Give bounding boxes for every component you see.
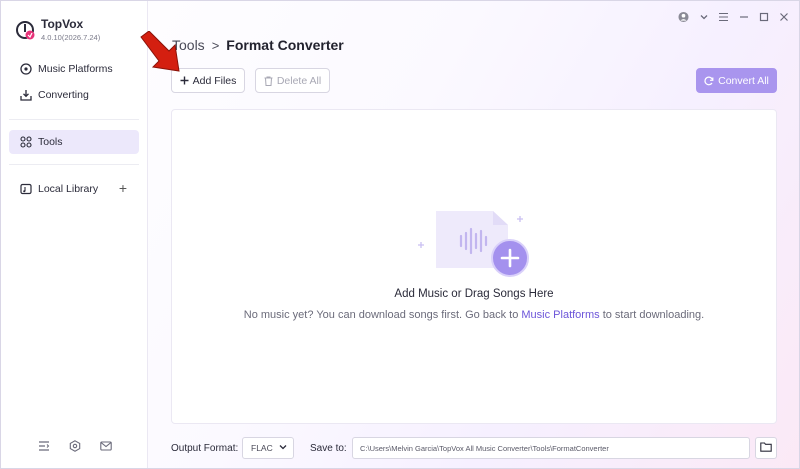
app-window: TopVox 4.0.10(2026.7.24) Music Platforms… [0, 0, 800, 469]
music-disc-icon [20, 63, 32, 75]
annotation-arrow-icon [137, 30, 185, 75]
chevron-down-icon[interactable] [698, 11, 709, 22]
save-to-label: Save to: [310, 443, 347, 454]
hamburger-menu-icon[interactable] [718, 11, 729, 22]
browse-folder-button[interactable] [755, 437, 777, 459]
brand: TopVox 4.0.10(2026.7.24) [15, 17, 100, 44]
grid-icon [20, 136, 32, 148]
drop-zone-title: Add Music or Drag Songs Here [394, 288, 554, 300]
download-tray-icon [20, 89, 32, 101]
drop-zone[interactable]: Add Music or Drag Songs Here No music ye… [171, 109, 777, 424]
divider [9, 164, 139, 165]
app-name: TopVox [41, 17, 84, 31]
sidebar-item-tools[interactable]: Tools [9, 130, 139, 154]
sidebar-item-label: Music Platforms [38, 63, 113, 75]
user-avatar-icon[interactable] [678, 11, 689, 22]
refresh-icon [704, 76, 714, 86]
sidebar-item-label: Local Library [38, 183, 99, 195]
add-library-button[interactable]: + [119, 181, 127, 195]
sidebar-item-local-library[interactable]: Local Library + [9, 177, 139, 201]
folder-icon [760, 441, 772, 455]
trash-icon [264, 76, 273, 86]
sidebar-item-converting[interactable]: Converting [9, 83, 139, 107]
sidebar-item-music-platforms[interactable]: Music Platforms [9, 57, 139, 81]
output-format-value: FLAC [251, 443, 273, 453]
plus-icon [180, 76, 189, 85]
add-files-label: Add Files [192, 74, 237, 87]
delete-all-label: Delete All [276, 74, 322, 87]
save-path-field[interactable]: C:\Users\Melvin Garcia\TopVox All Music … [352, 437, 750, 459]
add-music-illustration-icon [416, 208, 536, 283]
output-format-label: Output Format: [171, 443, 239, 454]
app-version: 4.0.10(2026.7.24) [41, 33, 101, 42]
output-format-select[interactable]: FLAC [242, 437, 294, 459]
convert-all-label: Convert All [718, 74, 769, 87]
convert-all-button[interactable]: Convert All [696, 68, 777, 93]
minimize-icon[interactable] [738, 11, 749, 22]
chevron-down-icon [279, 443, 287, 453]
close-icon[interactable] [778, 11, 789, 22]
maximize-icon[interactable] [758, 11, 769, 22]
sidebar-item-label: Converting [38, 89, 89, 101]
sidebar: TopVox 4.0.10(2026.7.24) Music Platforms… [1, 1, 148, 468]
save-path-value: C:\Users\Melvin Garcia\TopVox All Music … [360, 443, 609, 453]
page-title: Format Converter [226, 37, 344, 53]
menu-list-icon[interactable] [38, 440, 50, 452]
drop-zone-hint: No music yet? You can download songs fir… [243, 309, 705, 321]
library-icon [20, 183, 32, 195]
breadcrumb: Tools > Format Converter [172, 37, 344, 53]
music-platforms-link[interactable]: Music Platforms [521, 309, 599, 321]
breadcrumb-separator: > [211, 37, 220, 53]
app-logo-icon [15, 20, 35, 40]
settings-hexagon-icon[interactable] [69, 440, 81, 452]
sidebar-item-label: Tools [38, 136, 63, 148]
mail-icon[interactable] [100, 440, 112, 452]
delete-all-button[interactable]: Delete All [255, 68, 330, 93]
divider [9, 119, 139, 120]
